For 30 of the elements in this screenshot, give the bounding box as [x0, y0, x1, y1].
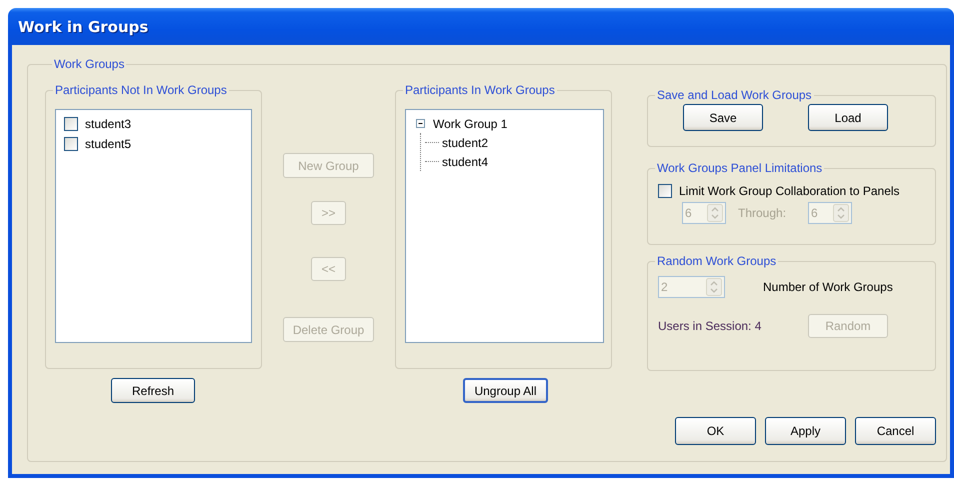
ungroup-all-button[interactable]: Ungroup All [463, 378, 548, 403]
through-label: Through: [738, 206, 788, 220]
group-title: Participants Not In Work Groups [54, 83, 228, 97]
group-title: Work Groups Panel Limitations [656, 161, 824, 175]
count-label: Number of Work Groups [763, 280, 893, 294]
dialog-button[interactable]: Apply [765, 417, 846, 445]
dialog-button[interactable]: Cancel [855, 417, 936, 445]
spin-arrows-icon [706, 278, 722, 296]
limit-checkbox[interactable]: Limit Work Group Collaboration to Panels [658, 181, 935, 201]
group-title: Random Work Groups [656, 254, 778, 268]
participant-item[interactable]: student3 [64, 114, 243, 134]
group-title: Work Groups [53, 57, 126, 71]
tree-node[interactable]: student2 [442, 136, 488, 150]
tree-node[interactable]: Work Group 1 [416, 114, 593, 133]
file-button[interactable]: Save [683, 104, 763, 131]
checkbox[interactable] [64, 137, 78, 151]
refresh-button[interactable]: Refresh [111, 378, 195, 403]
window-title: Work in Groups [18, 18, 148, 36]
group-title: Participants In Work Groups [404, 83, 556, 97]
users-label: Users in Session: 4 [658, 319, 762, 333]
group-title: Save and Load Work Groups [656, 88, 813, 102]
spin-arrows-icon [707, 204, 723, 222]
participant-item[interactable]: student5 [64, 134, 243, 154]
file-button[interactable]: Load [808, 104, 888, 131]
dialog-button[interactable]: OK [675, 417, 756, 445]
checkbox[interactable] [658, 184, 672, 198]
checkbox[interactable] [64, 117, 78, 131]
collapse-icon[interactable] [416, 119, 425, 128]
spin-arrows-icon [833, 204, 849, 222]
tree-node[interactable]: student4 [442, 154, 488, 168]
